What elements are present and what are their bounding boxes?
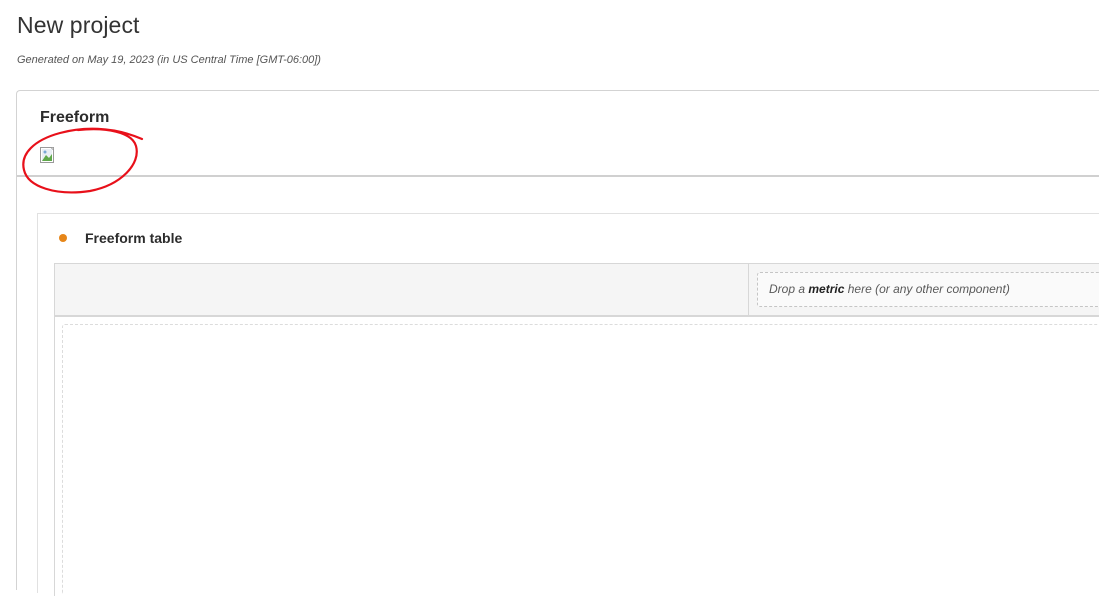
metric-drop-prefix: Drop a [769, 282, 809, 296]
dimension-drop-zone[interactable] [62, 324, 1099, 594]
metric-drop-zone[interactable]: Drop a metric here (or any other compone… [757, 272, 1099, 307]
visualization-title[interactable]: Freeform table [85, 230, 182, 246]
metric-drop-suffix: here (or any other component) [844, 282, 1010, 296]
panel-header: Freeform [17, 91, 1099, 177]
page-title: New project [17, 12, 140, 38]
column-divider [748, 263, 749, 316]
metric-drop-keyword: metric [808, 282, 845, 296]
broken-image-icon [40, 147, 54, 163]
status-dot [59, 234, 67, 242]
panel-title[interactable]: Freeform [40, 109, 109, 127]
generated-timestamp: Generated on May 19, 2023 (in US Central… [17, 54, 321, 66]
